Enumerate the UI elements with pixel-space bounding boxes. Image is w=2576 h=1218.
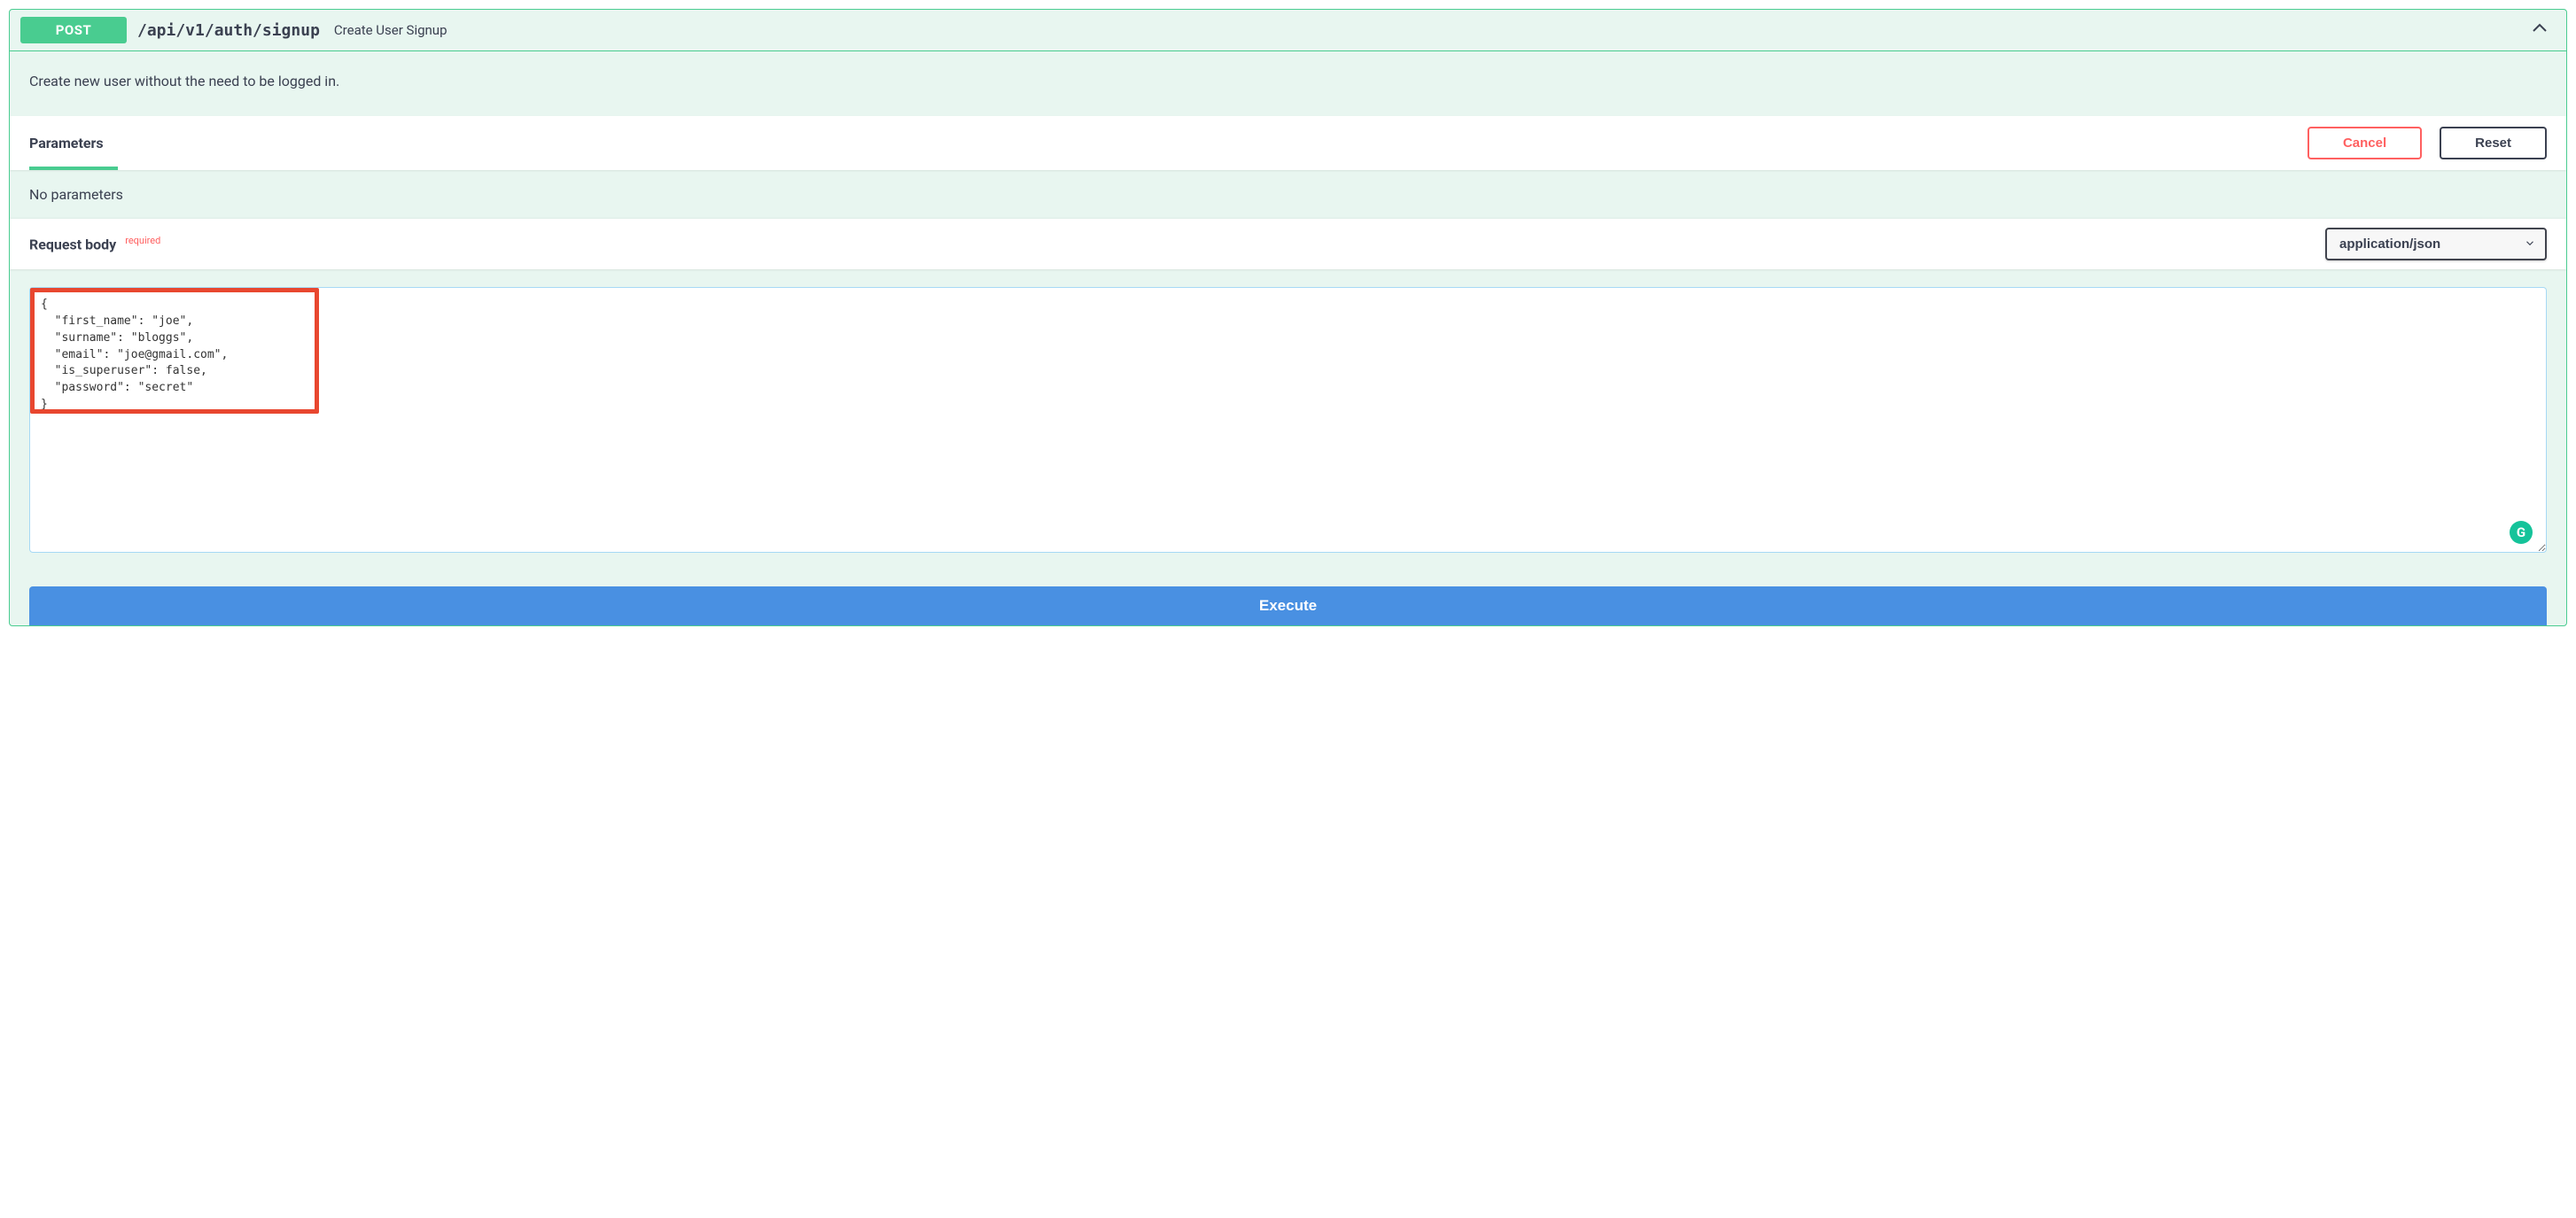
operation-description: Create new user without the need to be l… — [10, 51, 2566, 116]
no-parameters-text: No parameters — [10, 170, 2566, 219]
parameters-header: Parameters Cancel Reset — [10, 116, 2566, 170]
content-type-select[interactable]: application/json — [2325, 228, 2547, 260]
request-body-title: Request body required — [29, 235, 160, 252]
required-label: required — [125, 235, 160, 246]
operation-summary-row[interactable]: POST /api/v1/auth/signup Create User Sig… — [10, 10, 2566, 50]
request-body-header: Request body required application/json — [10, 219, 2566, 269]
operation-block: POST /api/v1/auth/signup Create User Sig… — [9, 9, 2567, 626]
chevron-up-icon[interactable] — [2529, 18, 2550, 43]
endpoint-summary: Create User Signup — [334, 22, 447, 38]
execute-row: Execute — [10, 565, 2566, 625]
content-type-select-wrap: application/json — [2325, 228, 2547, 260]
reset-button[interactable]: Reset — [2440, 127, 2547, 159]
operation-body: Create new user without the need to be l… — [10, 50, 2566, 625]
request-body-title-text: Request body — [29, 237, 116, 253]
request-body-textarea[interactable] — [29, 287, 2547, 553]
parameters-title: Parameters — [29, 135, 104, 151]
cancel-button[interactable]: Cancel — [2308, 127, 2422, 159]
active-tab-indicator — [29, 167, 118, 170]
parameter-buttons: Cancel Reset — [2308, 127, 2547, 159]
endpoint-path: /api/v1/auth/signup — [137, 21, 320, 40]
execute-button[interactable]: Execute — [29, 586, 2547, 625]
http-method-badge: POST — [20, 17, 127, 43]
textarea-container: G — [29, 287, 2547, 556]
request-body-editor-wrap: G — [10, 269, 2566, 565]
